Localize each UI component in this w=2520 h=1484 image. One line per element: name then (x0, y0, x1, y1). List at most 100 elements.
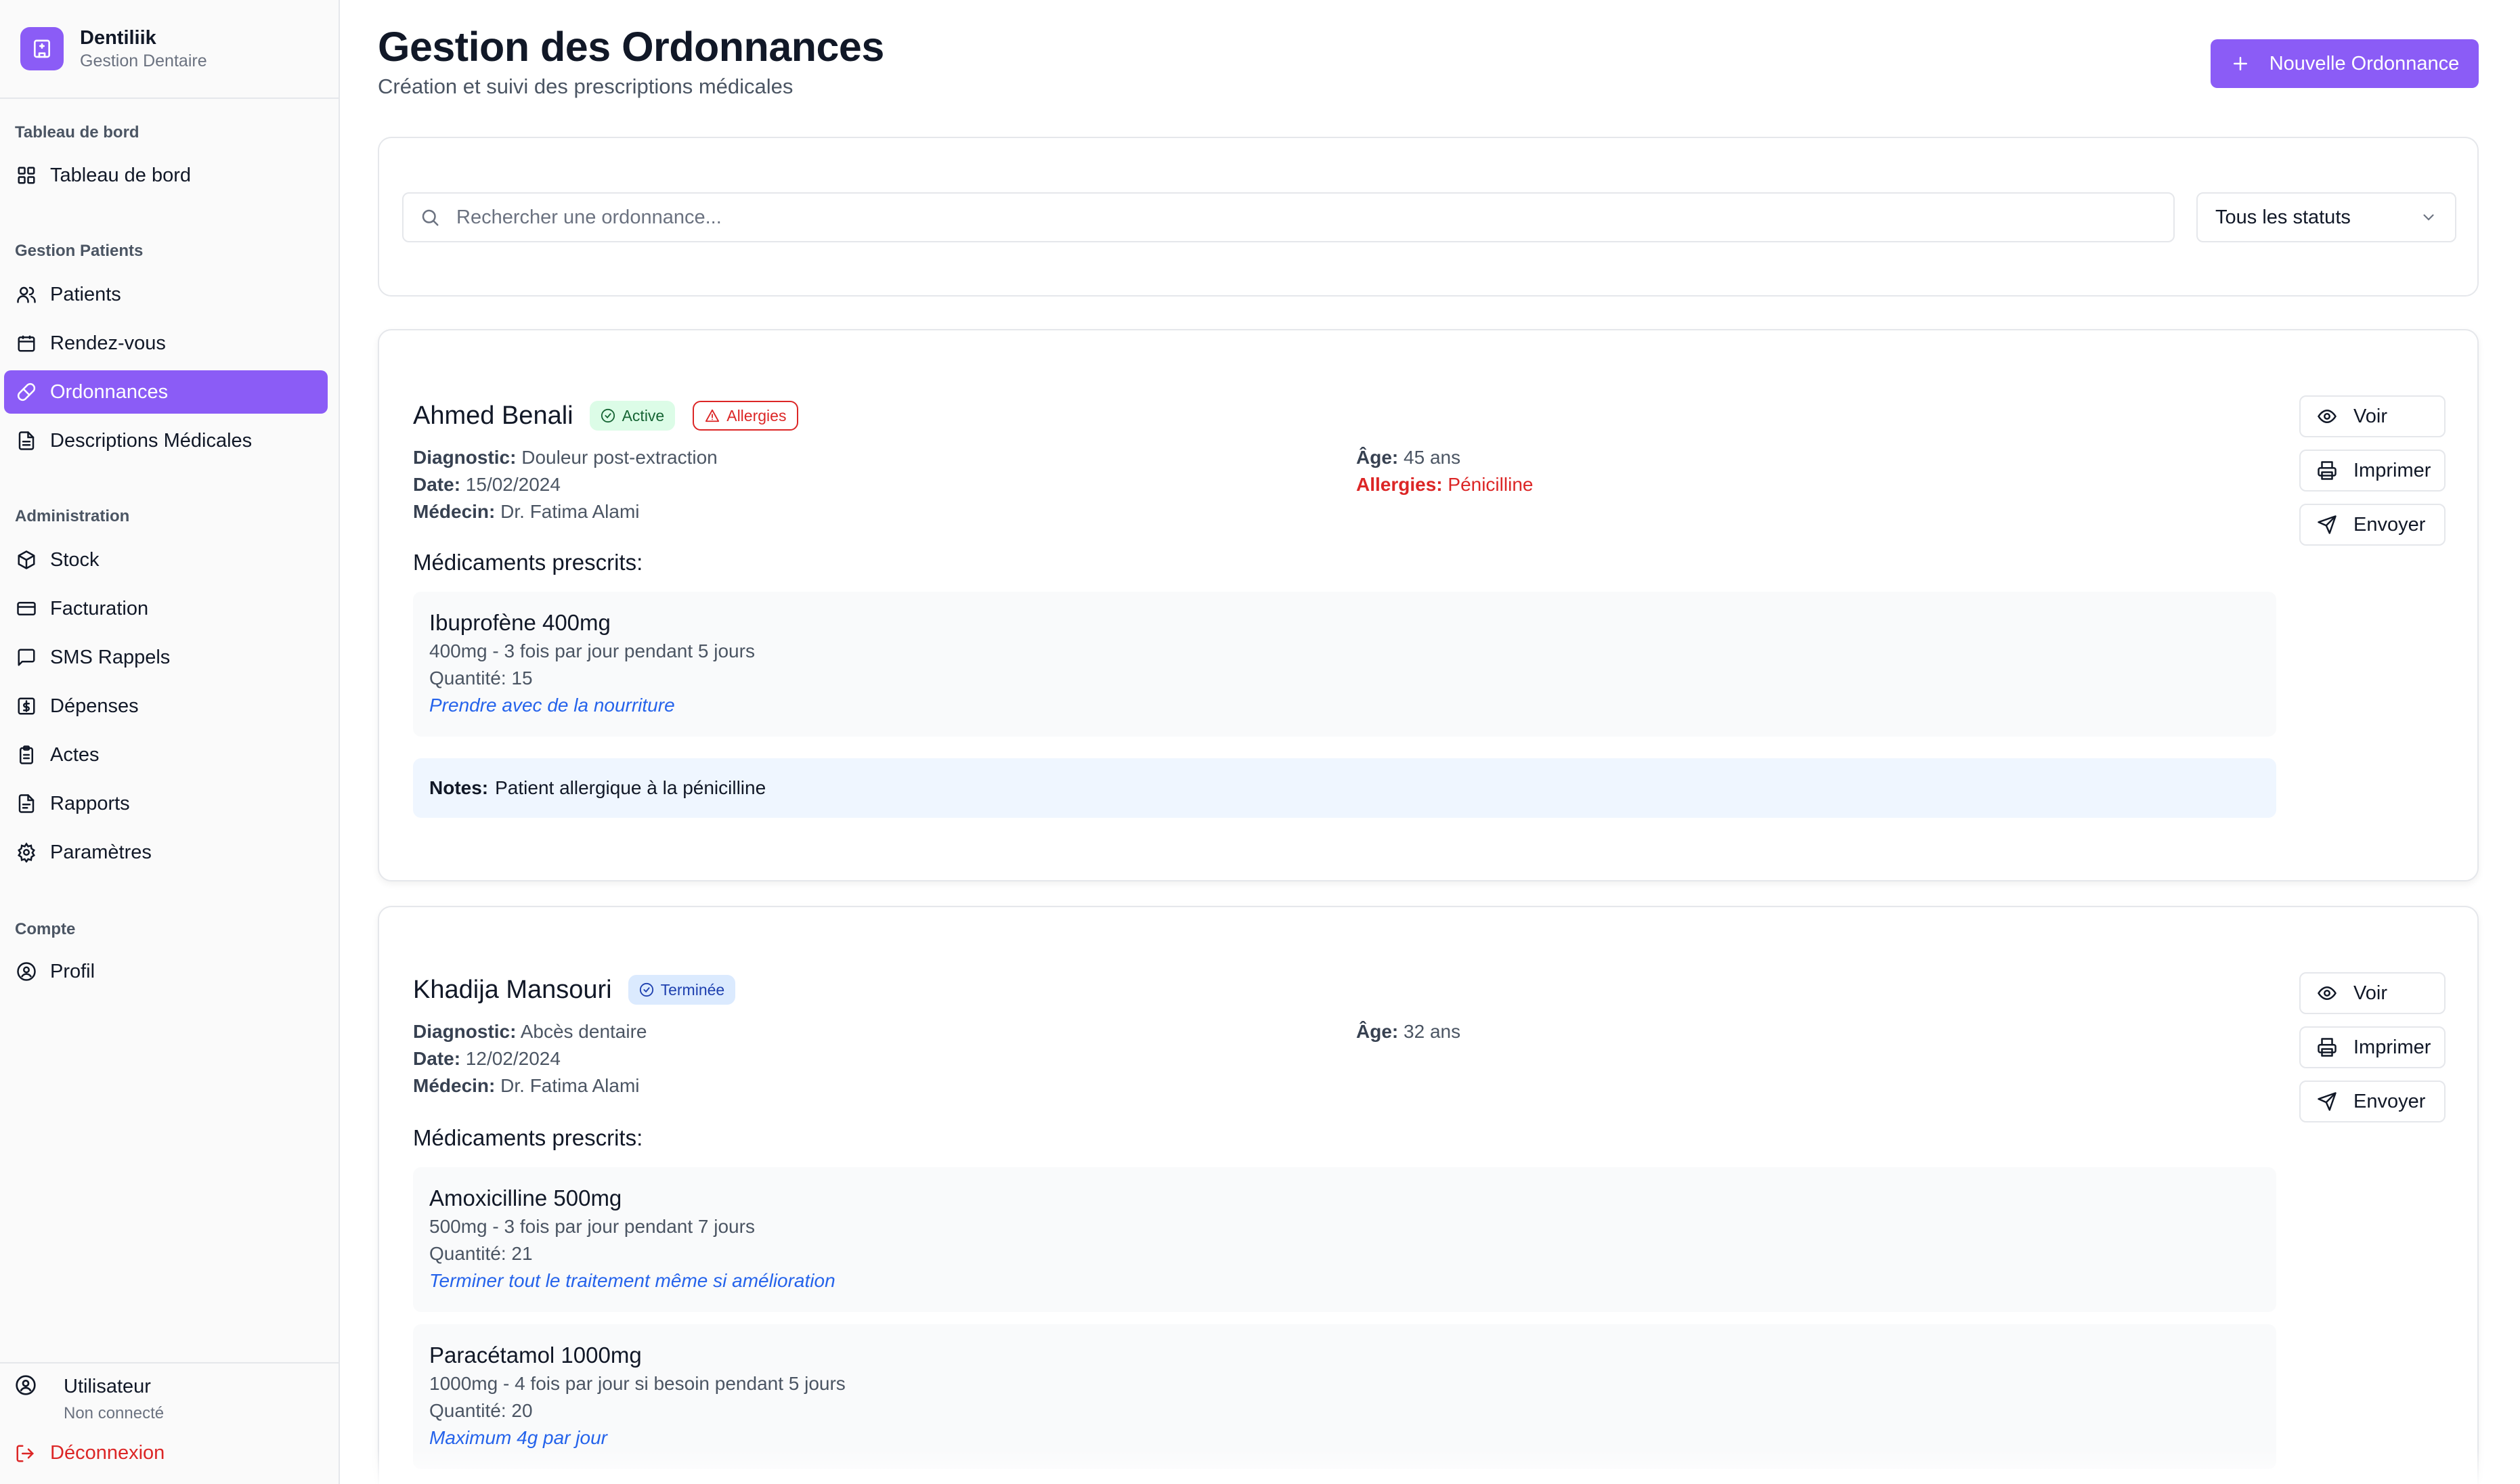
view-button[interactable]: Voir (2299, 972, 2446, 1014)
sidebar-item-appointments[interactable]: Rendez-vous (4, 322, 328, 365)
gear-icon (16, 842, 37, 863)
medication-item: Paracétamol 1000mg 1000mg - 4 fois par j… (413, 1324, 2276, 1469)
date-label: Date: (413, 474, 461, 495)
sidebar-item-label: Paramètres (50, 841, 152, 863)
medications-title: Médicaments prescrits: (413, 1125, 643, 1150)
pill-icon (16, 382, 37, 402)
group-title-dashboard: Tableau de bord (15, 123, 139, 141)
print-label: Imprimer (2353, 1036, 2431, 1058)
medication-dosage: 400mg - 3 fois par jour pendant 5 jours (429, 640, 755, 661)
prescription-header: Khadija Mansouri Terminée (413, 975, 753, 1005)
sidebar-item-billing[interactable]: Facturation (4, 587, 328, 630)
print-button[interactable]: Imprimer (2299, 450, 2446, 492)
group-title-account: Compte (15, 920, 76, 938)
doctor-label: Médecin: (413, 1075, 496, 1096)
sidebar-item-expenses[interactable]: Dépenses (4, 684, 328, 728)
age-value: 32 ans (1404, 1021, 1461, 1042)
date-field: Date: 15/02/2024 (413, 471, 561, 498)
sidebar-item-patients[interactable]: Patients (4, 273, 328, 316)
patient-name: Khadija Mansouri (413, 975, 612, 1004)
sidebar-item-profile[interactable]: Profil (4, 950, 328, 993)
clipboard-icon (16, 745, 37, 765)
check-circle-icon (639, 982, 653, 997)
sidebar-item-prescriptions[interactable]: Ordonnances (4, 370, 328, 414)
medications-title: Médicaments prescrits: (413, 550, 643, 575)
new-prescription-button[interactable]: Nouvelle Ordonnance (2211, 39, 2479, 88)
status-select[interactable]: Tous les statuts (2196, 192, 2456, 242)
search-input[interactable] (456, 206, 2081, 229)
medication-instruction: Terminer tout le traitement même si amél… (429, 1270, 835, 1291)
hospital-icon (20, 27, 64, 70)
prescription-card: Ahmed Benali Active Allergies Diagnostic… (378, 329, 2479, 881)
sidebar-item-sms-reminders[interactable]: SMS Rappels (4, 636, 328, 679)
new-prescription-label: Nouvelle Ordonnance (2269, 52, 2460, 74)
patient-name: Ahmed Benali (413, 401, 573, 430)
print-button[interactable]: Imprimer (2299, 1026, 2446, 1068)
sidebar-item-reports[interactable]: Rapports (4, 782, 328, 825)
printer-icon (2318, 461, 2337, 480)
brand[interactable]: Dentiliik Gestion Dentaire (20, 26, 207, 72)
grid-icon (16, 165, 37, 186)
dollar-icon (16, 696, 37, 716)
sidebar: Dentiliik Gestion Dentaire Tableau de bo… (0, 0, 340, 1484)
medication-name: Amoxicilline 500mg (429, 1185, 622, 1210)
status-badge-label: Terminée (660, 980, 725, 999)
doctor-field: Médecin: Dr. Fatima Alami (413, 498, 640, 525)
date-label: Date: (413, 1048, 461, 1069)
date-value: 12/02/2024 (465, 1048, 561, 1069)
credit-card-icon (16, 598, 37, 619)
sidebar-item-stock[interactable]: Stock (4, 538, 328, 582)
status-badge: Terminée (628, 975, 736, 1005)
sidebar-item-label: Stock (50, 548, 100, 571)
calendar-icon (16, 333, 37, 353)
eye-icon (2318, 986, 2337, 1001)
status-select-value: Tous les statuts (2215, 206, 2351, 228)
users-icon (16, 284, 37, 305)
notes-box: Notes: Patient allergique à la pénicilli… (413, 758, 2276, 818)
medication-item: Amoxicilline 500mg 500mg - 3 fois par jo… (413, 1167, 2276, 1312)
chevron-down-icon (2423, 214, 2434, 221)
check-circle-icon (601, 408, 615, 423)
brand-subtitle: Gestion Dentaire (80, 51, 207, 70)
age-label: Âge: (1356, 1021, 1399, 1042)
page-title: Gestion des Ordonnances (378, 24, 884, 70)
age-value: 45 ans (1404, 447, 1461, 468)
view-label: Voir (2353, 405, 2387, 427)
avatar[interactable] (15, 1374, 37, 1399)
prescription-card: Khadija Mansouri Terminée Diagnostic: Ab… (378, 906, 2479, 1484)
allergies-field: Allergies: Pénicilline (1356, 471, 1533, 498)
medication-quantity: Quantité: 20 (429, 1400, 533, 1421)
medication-instruction: Maximum 4g par jour (429, 1427, 607, 1448)
medication-dosage: 500mg - 3 fois par jour pendant 7 jours (429, 1216, 755, 1237)
sidebar-item-acts[interactable]: Actes (4, 733, 328, 777)
sidebar-item-medical-descriptions[interactable]: Descriptions Médicales (4, 419, 328, 462)
diagnostic-value: Douleur post-extraction (521, 447, 718, 468)
medication-quantity: Quantité: 21 (429, 1243, 533, 1264)
brand-name: Dentiliik (80, 27, 156, 49)
allergy-badge-label: Allergies (726, 406, 787, 424)
age-field: Âge: 32 ans (1356, 1018, 1460, 1045)
medication-instruction: Prendre avec de la nourriture (429, 695, 675, 716)
diagnostic-value: Abcès dentaire (520, 1021, 647, 1042)
plus-icon (2233, 57, 2247, 70)
send-button[interactable]: Envoyer (2299, 504, 2446, 546)
allergy-badge: Allergies (693, 401, 799, 431)
diagnostic-label: Diagnostic: (413, 447, 517, 468)
view-button[interactable]: Voir (2299, 395, 2446, 437)
message-icon (16, 647, 37, 668)
sidebar-item-label: Descriptions Médicales (50, 429, 253, 452)
send-label: Envoyer (2353, 513, 2426, 536)
logout-button[interactable]: Déconnexion (15, 1442, 165, 1464)
send-button[interactable]: Envoyer (2299, 1081, 2446, 1122)
sidebar-item-label: Tableau de bord (50, 164, 191, 186)
logout-label: Déconnexion (50, 1442, 165, 1464)
sidebar-item-label: Patients (50, 283, 121, 305)
status-badge-label: Active (622, 406, 665, 424)
sidebar-item-dashboard[interactable]: Tableau de bord (4, 154, 328, 197)
sidebar-item-settings[interactable]: Paramètres (4, 831, 328, 874)
search-box[interactable] (402, 192, 2175, 242)
prescription-header: Ahmed Benali Active Allergies (413, 401, 816, 431)
medication-name: Ibuprofène 400mg (429, 610, 611, 635)
doctor-label: Médecin: (413, 501, 496, 522)
user-name: Utilisateur (64, 1376, 151, 1397)
